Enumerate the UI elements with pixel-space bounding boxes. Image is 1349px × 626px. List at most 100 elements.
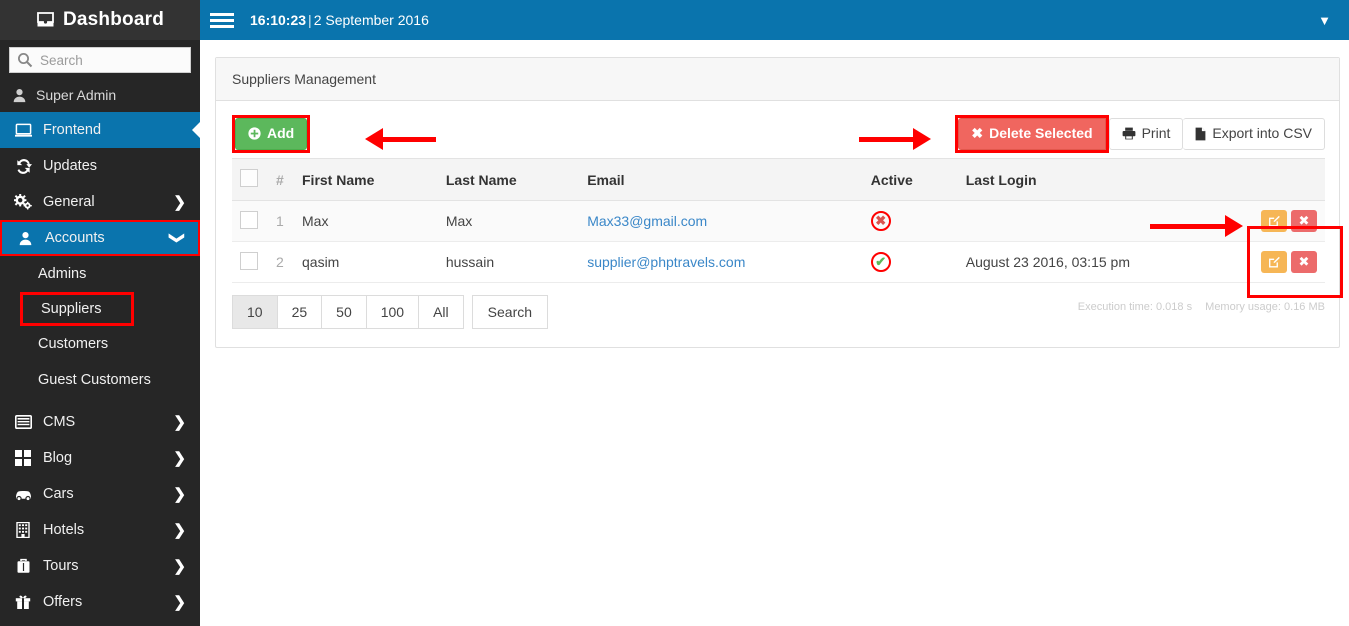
row-last-login: August 23 2016, 03:15 pm: [957, 241, 1208, 283]
delete-button-highlight: ✖ Delete Selected: [955, 115, 1109, 153]
edit-icon[interactable]: [1261, 210, 1287, 232]
delete-selected-button[interactable]: ✖ Delete Selected: [958, 118, 1106, 150]
sidebar-subitem-label: Admins: [38, 266, 87, 282]
sidebar-subitem-label: Customers: [38, 336, 109, 352]
user-icon: [12, 88, 27, 103]
sidebar-item-customers[interactable]: Customers: [0, 326, 200, 362]
row-checkbox[interactable]: [240, 210, 258, 229]
print-button[interactable]: Print: [1108, 118, 1184, 150]
hamburger-icon[interactable]: [210, 12, 234, 28]
sidebar-item-label: Hotels: [43, 522, 85, 538]
row-select-cell: [232, 241, 268, 283]
printer-icon: [1122, 127, 1136, 140]
status-badge-inactive: ✖: [870, 211, 891, 231]
search-button[interactable]: Search: [471, 295, 549, 329]
edit-icon[interactable]: [1261, 251, 1287, 273]
row-active-cell: ✔: [862, 241, 958, 283]
column-actions: [1207, 158, 1325, 201]
brand-label: Dashboard: [62, 9, 165, 30]
sidebar-item-accounts[interactable]: Accounts ❯: [0, 220, 200, 256]
row-email-link[interactable]: supplier@phptravels.com: [587, 254, 745, 270]
topbar-time: 16:10:23: [250, 12, 307, 28]
annotation-arrow-delete: [859, 128, 931, 150]
row-checkbox[interactable]: [240, 251, 258, 270]
row-first-name: qasim: [294, 241, 438, 283]
page-size-100[interactable]: 100: [365, 295, 420, 329]
sidebar-item-guest-customers[interactable]: Guest Customers: [0, 362, 200, 398]
sidebar: Dashboard Super Admin: [0, 0, 200, 626]
building-icon: [12, 522, 34, 538]
search-input[interactable]: [10, 48, 190, 72]
page-size-all[interactable]: All: [418, 295, 464, 329]
brand-dashboard[interactable]: Dashboard: [0, 0, 200, 40]
export-csv-label: Export into CSV: [1212, 125, 1312, 142]
select-all-checkbox[interactable]: [240, 169, 258, 187]
execution-time: Execution time: 0.018 s: [1077, 301, 1193, 313]
app-root: Dashboard Super Admin: [0, 0, 1349, 626]
sidebar-item-label: Blog: [43, 450, 73, 466]
sidebar-item-label: Frontend: [43, 122, 102, 138]
annotation-arrow-add: [365, 128, 436, 150]
gift-icon: [12, 594, 34, 610]
sidebar-item-label: Offers: [43, 594, 83, 610]
memory-usage: Memory usage: 0.16 MB: [1205, 301, 1325, 313]
times-icon[interactable]: ✖: [1291, 251, 1317, 273]
table-body: 1 Max Max Max33@gmail.com ✖ ✖ 2 qasim hu…: [232, 200, 1325, 283]
sidebar-item-updates[interactable]: Updates: [0, 148, 200, 184]
sidebar-item-suppliers[interactable]: Suppliers: [20, 292, 134, 326]
suppliers-panel: Suppliers Management Add ✖ Delete Select…: [215, 57, 1340, 348]
sidebar-item-cars[interactable]: Cars ❯: [0, 476, 200, 512]
table-header-row: # First Name Last Name Email Active Last…: [232, 158, 1325, 201]
topbar-separator: |: [308, 12, 312, 28]
sidebar-search: [0, 40, 200, 79]
add-button[interactable]: Add: [235, 118, 308, 150]
add-button-label: Add: [267, 125, 295, 142]
times-icon: ✖: [971, 125, 984, 142]
delete-selected-label: Delete Selected: [989, 125, 1093, 142]
sidebar-item-general[interactable]: General ❯: [0, 184, 200, 220]
page-title: Suppliers Management: [216, 58, 1339, 101]
table-row: 2 qasim hussain supplier@phptravels.com …: [232, 241, 1325, 283]
sidebar-item-admins[interactable]: Admins: [0, 256, 200, 292]
row-actions-cell: ✖: [1207, 241, 1325, 283]
refresh-icon: [12, 158, 34, 175]
times-icon[interactable]: ✖: [1291, 210, 1317, 232]
user-name: Super Admin: [36, 87, 117, 103]
sidebar-item-offers[interactable]: Offers ❯: [0, 584, 200, 620]
row-email-cell: supplier@phptravels.com: [579, 241, 863, 283]
row-email-link[interactable]: Max33@gmail.com: [587, 213, 707, 229]
sidebar-item-blog[interactable]: Blog ❯: [0, 440, 200, 476]
sidebar-item-hotels[interactable]: Hotels ❯: [0, 512, 200, 548]
add-button-highlight: Add: [232, 115, 311, 153]
plus-circle-icon: [248, 127, 261, 141]
annotation-arrow-actions: [1150, 215, 1243, 237]
column-active: Active: [862, 158, 958, 201]
sidebar-item-tours[interactable]: Tours ❯: [0, 548, 200, 584]
sidebar-subitem-label: Suppliers: [41, 301, 102, 317]
dashboard-inbox-icon: [36, 12, 55, 28]
page-size-25[interactable]: 25: [276, 295, 323, 329]
sidebar-item-label: General: [43, 194, 95, 210]
column-last-name: Last Name: [437, 158, 580, 201]
sidebar-item-frontend[interactable]: Frontend: [0, 112, 200, 148]
toolbar-right-group: ✖ Delete Selected Print Export into CSV: [955, 115, 1325, 153]
chevron-right-icon: ❯: [173, 558, 186, 575]
sidebar-item-cms[interactable]: CMS ❯: [0, 404, 200, 440]
row-actions: ✖: [1216, 251, 1317, 273]
sidebar-item-label: CMS: [43, 414, 76, 430]
chevron-down-icon: ❯: [168, 231, 186, 245]
export-csv-button[interactable]: Export into CSV: [1183, 118, 1325, 150]
table-header: # First Name Last Name Email Active Last…: [232, 158, 1325, 201]
sidebar-user: Super Admin: [0, 79, 200, 112]
table-footer: 10 25 50 100 All Search Execution time: …: [232, 295, 1325, 329]
search-box[interactable]: [9, 47, 191, 73]
main-content: Suppliers Management Add ✖ Delete Select…: [200, 40, 1349, 626]
row-active-cell: ✖: [862, 200, 958, 242]
chevron-down-icon[interactable]: ▼: [1318, 13, 1331, 28]
page-size-50[interactable]: 50: [321, 295, 367, 329]
chevron-right-icon: ❯: [173, 414, 186, 431]
print-label: Print: [1141, 125, 1171, 142]
page-size-10[interactable]: 10: [232, 295, 278, 329]
row-first-name: Max: [294, 200, 438, 242]
select-all-header: [232, 158, 268, 201]
